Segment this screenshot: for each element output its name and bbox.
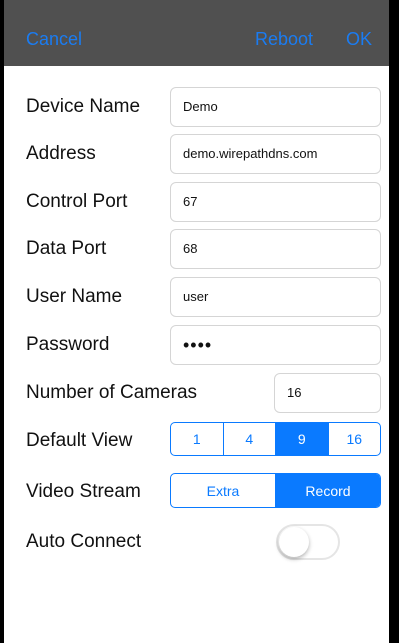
default-view-label: Default View — [26, 430, 133, 451]
navigation-bar: Cancel Reboot OK — [4, 0, 389, 66]
toggle-knob — [279, 527, 309, 557]
user-name-label: User Name — [26, 286, 123, 307]
control-port-field[interactable]: 67 — [170, 182, 381, 222]
address-field[interactable]: demo.wirepathdns.com — [170, 134, 381, 174]
video-stream-label: Video Stream — [26, 481, 141, 502]
video-stream-option-extra[interactable]: Extra — [171, 474, 275, 507]
data-port-field[interactable]: 68 — [170, 229, 381, 269]
data-port-label: Data Port — [26, 238, 107, 259]
number-of-cameras-field[interactable]: 16 — [274, 373, 381, 413]
settings-screen: Cancel Reboot OK Device Name Demo Addres… — [4, 0, 389, 643]
password-field[interactable]: •••• — [170, 325, 381, 365]
number-of-cameras-label: Number of Cameras — [26, 382, 198, 403]
auto-connect-label: Auto Connect — [26, 531, 142, 552]
control-port-label: Control Port — [26, 191, 128, 212]
reboot-button[interactable]: Reboot — [255, 28, 313, 50]
auto-connect-toggle[interactable] — [276, 524, 340, 560]
address-label: Address — [26, 143, 96, 164]
device-name-field[interactable]: Demo — [170, 87, 381, 127]
cancel-button[interactable]: Cancel — [26, 28, 82, 50]
default-view-option-9[interactable]: 9 — [275, 423, 328, 455]
default-view-option-1[interactable]: 1 — [171, 423, 223, 455]
default-view-segmented-control: 1 4 9 16 — [170, 422, 381, 456]
ok-button[interactable]: OK — [346, 28, 372, 50]
user-name-field[interactable]: user — [170, 277, 381, 317]
device-name-label: Device Name — [26, 96, 141, 117]
default-view-option-4[interactable]: 4 — [222, 423, 276, 455]
password-label: Password — [26, 334, 110, 355]
video-stream-segmented-control: Extra Record — [170, 473, 381, 508]
default-view-option-16[interactable]: 16 — [327, 423, 381, 455]
video-stream-option-record[interactable]: Record — [275, 474, 380, 507]
